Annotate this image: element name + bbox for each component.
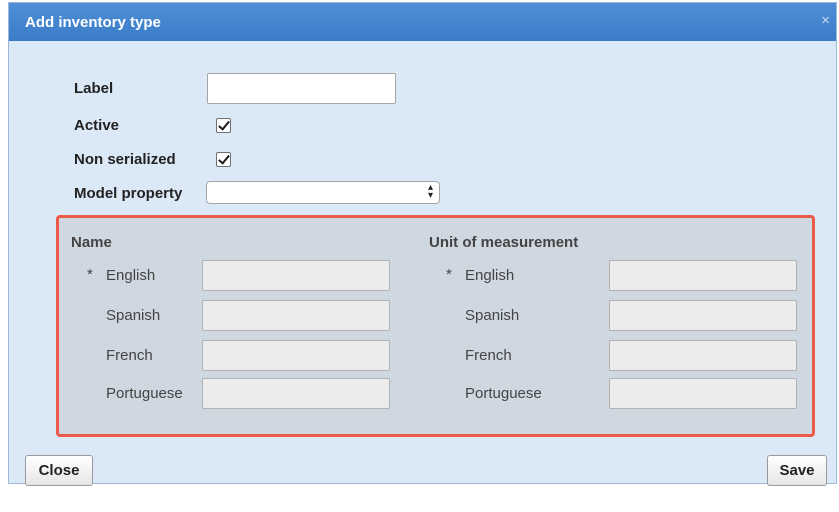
- name-spanish-input[interactable]: [202, 300, 390, 331]
- unit-french-input[interactable]: [609, 340, 797, 371]
- close-button[interactable]: Close: [25, 455, 93, 486]
- name-required-marker: *: [87, 266, 93, 283]
- add-inventory-type-dialog: Add inventory type × Label Active Non se…: [8, 2, 837, 486]
- unit-english-input[interactable]: [609, 260, 797, 291]
- model-property-field-label: Model property: [74, 185, 183, 202]
- dialog-titlebar: Add inventory type ×: [9, 3, 836, 41]
- unit-required-marker: *: [446, 266, 452, 283]
- non-serialized-field-label: Non serialized: [74, 151, 176, 168]
- name-spanish-label: Spanish: [106, 307, 161, 324]
- label-field-label: Label: [74, 80, 114, 97]
- active-field-label: Active: [74, 117, 120, 134]
- save-button[interactable]: Save: [767, 455, 827, 486]
- non-serialized-checkbox[interactable]: [216, 152, 231, 167]
- name-french-label: French: [106, 347, 153, 364]
- name-english-input[interactable]: [202, 260, 390, 291]
- unit-portuguese-input[interactable]: [609, 378, 797, 409]
- unit-french-label: French: [465, 347, 512, 364]
- label-input[interactable]: [207, 73, 396, 104]
- translations-panel: Name Unit of measurement * English Spani…: [56, 215, 815, 437]
- unit-heading: Unit of measurement: [429, 234, 579, 251]
- select-arrows-icon: ▴ ▾: [427, 182, 433, 201]
- name-portuguese-label: Portuguese: [106, 385, 183, 402]
- dialog-title: Add inventory type: [25, 14, 161, 31]
- unit-spanish-input[interactable]: [609, 300, 797, 331]
- name-french-input[interactable]: [202, 340, 390, 371]
- close-icon[interactable]: ×: [821, 12, 830, 29]
- model-property-select[interactable]: ▴ ▾: [206, 181, 440, 204]
- name-english-label: English: [106, 267, 156, 284]
- active-checkbox[interactable]: [216, 118, 231, 133]
- unit-english-label: English: [465, 267, 515, 284]
- name-portuguese-input[interactable]: [202, 378, 390, 409]
- name-heading: Name: [71, 234, 112, 251]
- unit-portuguese-label: Portuguese: [465, 385, 542, 402]
- unit-spanish-label: Spanish: [465, 307, 520, 324]
